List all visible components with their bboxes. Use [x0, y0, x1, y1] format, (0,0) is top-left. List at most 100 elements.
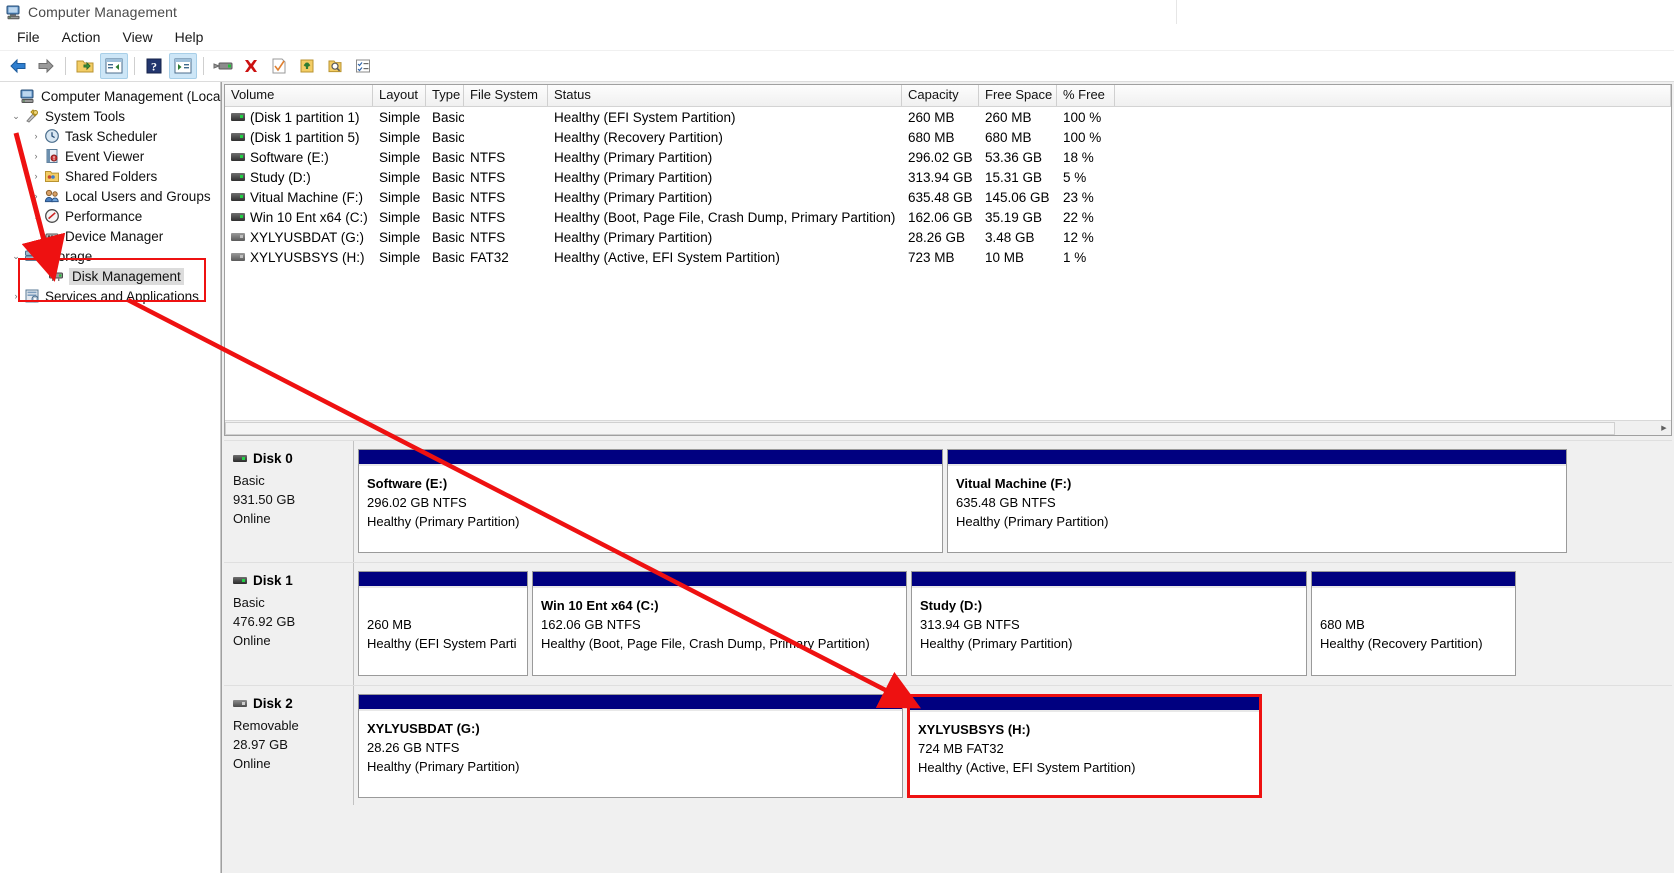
partition-usage-bar [948, 450, 1566, 466]
table-row[interactable]: Software (E:) Simple Basic NTFS Healthy … [225, 147, 1671, 167]
partition-study-d[interactable]: Study (D:) 313.94 GB NTFS Healthy (Prima… [911, 571, 1307, 676]
column-header-free-space[interactable]: Free Space [979, 85, 1057, 106]
partition-usage-bar [359, 695, 902, 711]
partition-xylyusbdat-g[interactable]: XYLYUSBDAT (G:) 28.26 GB NTFS Healthy (P… [358, 694, 903, 798]
tree-item-performance[interactable]: › Performance [0, 206, 220, 226]
cell-percent-free: 23 % [1057, 190, 1115, 205]
partition-size-fs: 635.48 GB NTFS [956, 493, 1560, 512]
table-row[interactable]: Vitual Machine (F:) Simple Basic NTFS He… [225, 187, 1671, 207]
tree-label: Computer Management (Local) [41, 89, 228, 104]
partition-body: 260 MB Healthy (EFI System Parti [359, 588, 527, 653]
cell-free-space: 260 MB [979, 110, 1057, 125]
back-icon[interactable] [5, 54, 31, 78]
chevron-right-icon[interactable]: › [28, 148, 44, 164]
column-header-type[interactable]: Type [426, 85, 464, 106]
chevron-right-icon[interactable]: › [28, 208, 44, 224]
cell-capacity: 313.94 GB [902, 170, 979, 185]
table-row[interactable]: (Disk 1 partition 1) Simple Basic Health… [225, 107, 1671, 127]
volume-list-horizontal-scrollbar[interactable]: ▶ [225, 420, 1671, 435]
rescan-disks-icon[interactable] [210, 54, 236, 78]
delete-icon[interactable] [238, 54, 264, 78]
partition-usage-bar [359, 450, 942, 466]
sidebar-item-disk-management[interactable]: Disk Management [0, 266, 220, 286]
tree-item-event-viewer[interactable]: › Event Viewer [0, 146, 220, 166]
tree-item-local-users-and-groups[interactable]: › Local Users and Groups [0, 186, 220, 206]
column-header-percent-free[interactable]: % Free [1057, 85, 1115, 106]
disk-panel-1[interactable]: Disk 1 Basic 476.92 GB Online 260 MB Hea… [224, 562, 1672, 685]
chevron-right-icon[interactable]: › [28, 188, 44, 204]
show-hide-console-tree-icon[interactable] [100, 53, 128, 79]
device-manager-icon [44, 228, 60, 244]
forward-icon[interactable] [33, 54, 59, 78]
partition-efi-260mb[interactable]: 260 MB Healthy (EFI System Parti [358, 571, 528, 676]
chevron-right-icon[interactable]: › [28, 168, 44, 184]
partition-body: Vitual Machine (F:) 635.48 GB NTFS Healt… [948, 466, 1566, 531]
column-header-volume[interactable]: Volume [225, 85, 373, 106]
scrollbar-thumb[interactable] [225, 422, 1615, 435]
volume-icon [231, 113, 245, 121]
tree-item-task-scheduler[interactable]: › Task Scheduler [0, 126, 220, 146]
partition-win10-c[interactable]: Win 10 Ent x64 (C:) 162.06 GB NTFS Healt… [532, 571, 907, 676]
disk-panel-0[interactable]: Disk 0 Basic 931.50 GB Online Software (… [224, 440, 1672, 562]
search-icon[interactable] [322, 54, 348, 78]
disk-meta-0: Basic 931.50 GB Online [233, 471, 353, 528]
tree-item-storage[interactable]: ⌄ Storage [0, 246, 220, 266]
disk-partitions-2: XYLYUSBDAT (G:) 28.26 GB NTFS Healthy (P… [354, 686, 1672, 805]
show-hide-action-pane-icon[interactable] [169, 53, 197, 79]
tree-item-computer-management[interactable]: Computer Management (Local) [0, 86, 220, 106]
column-header-status[interactable]: Status [548, 85, 902, 106]
table-row[interactable]: XYLYUSBSYS (H:) Simple Basic FAT32 Healt… [225, 247, 1671, 267]
toolbar-separator-1 [65, 57, 66, 75]
cell-capacity: 28.26 GB [902, 230, 979, 245]
partition-vitual-machine-f[interactable]: Vitual Machine (F:) 635.48 GB NTFS Healt… [947, 449, 1567, 553]
cell-percent-free: 18 % [1057, 150, 1115, 165]
partition-title: XYLYUSBSYS (H:) [918, 720, 1253, 739]
cell-file-system: NTFS [464, 190, 548, 205]
disk-name-1: Disk 1 [233, 573, 353, 588]
detail-view-icon[interactable] [350, 54, 376, 78]
menu-item-file[interactable]: File [6, 26, 51, 48]
help-icon[interactable]: ? [141, 54, 167, 78]
partition-software-e[interactable]: Software (E:) 296.02 GB NTFS Healthy (Pr… [358, 449, 943, 553]
tree-item-device-manager[interactable]: Device Manager [0, 226, 220, 246]
chevron-down-icon[interactable]: ⌄ [8, 248, 24, 264]
up-one-level-icon[interactable] [72, 54, 98, 78]
partition-xylyusbsys-h[interactable]: XYLYUSBSYS (H:) 724 MB FAT32 Healthy (Ac… [907, 694, 1262, 798]
column-header-layout[interactable]: Layout [373, 85, 426, 106]
partition-recovery-680mb[interactable]: 680 MB Healthy (Recovery Partition) [1311, 571, 1516, 676]
table-row[interactable]: Study (D:) Simple Basic NTFS Healthy (Pr… [225, 167, 1671, 187]
properties-icon[interactable] [266, 54, 292, 78]
removable-disk-icon [233, 700, 247, 707]
partition-size-fs: 680 MB [1320, 615, 1509, 634]
chevron-down-icon[interactable]: ⌄ [8, 108, 24, 124]
scroll-right-arrow-icon[interactable]: ▶ [1657, 421, 1671, 434]
column-header-file-system[interactable]: File System [464, 85, 548, 106]
export-list-icon[interactable] [294, 54, 320, 78]
tree-item-system-tools[interactable]: ⌄ System Tools [0, 106, 220, 126]
table-row[interactable]: Win 10 Ent x64 (C:) Simple Basic NTFS He… [225, 207, 1671, 227]
column-header-capacity[interactable]: Capacity [902, 85, 979, 106]
partition-title: XYLYUSBDAT (G:) [367, 719, 896, 738]
partition-body: Win 10 Ent x64 (C:) 162.06 GB NTFS Healt… [533, 588, 906, 653]
chevron-right-icon[interactable]: › [28, 128, 44, 144]
tree-item-shared-folders[interactable]: › Shared Folders [0, 166, 220, 186]
volume-list: Volume Layout Type File System Status Ca… [224, 84, 1672, 436]
cell-free-space: 35.19 GB [979, 210, 1057, 225]
storage-icon [24, 248, 40, 264]
volume-icon [231, 213, 245, 221]
disk-panel-2[interactable]: Disk 2 Removable 28.97 GB Online XYLYUSB… [224, 685, 1672, 805]
tree-label: Event Viewer [65, 149, 144, 164]
menu-item-help[interactable]: Help [164, 26, 215, 48]
tree-item-services-and-applications[interactable]: › Services and Applications [0, 286, 220, 306]
cell-layout: Simple [373, 170, 426, 185]
console-tree: Computer Management (Local) ⌄ System Too… [0, 82, 221, 873]
chevron-right-icon[interactable]: › [8, 288, 24, 304]
table-row[interactable]: (Disk 1 partition 5) Simple Basic Health… [225, 127, 1671, 147]
column-header-filler[interactable] [1115, 85, 1671, 106]
table-row[interactable]: XYLYUSBDAT (G:) Simple Basic NTFS Health… [225, 227, 1671, 247]
twisty-placeholder [28, 228, 44, 244]
menu-item-view[interactable]: View [111, 26, 163, 48]
partition-status: Healthy (Primary Partition) [920, 634, 1300, 653]
disk-partitions-1: 260 MB Healthy (EFI System Parti Win 10 … [354, 563, 1672, 685]
menu-item-action[interactable]: Action [51, 26, 112, 48]
